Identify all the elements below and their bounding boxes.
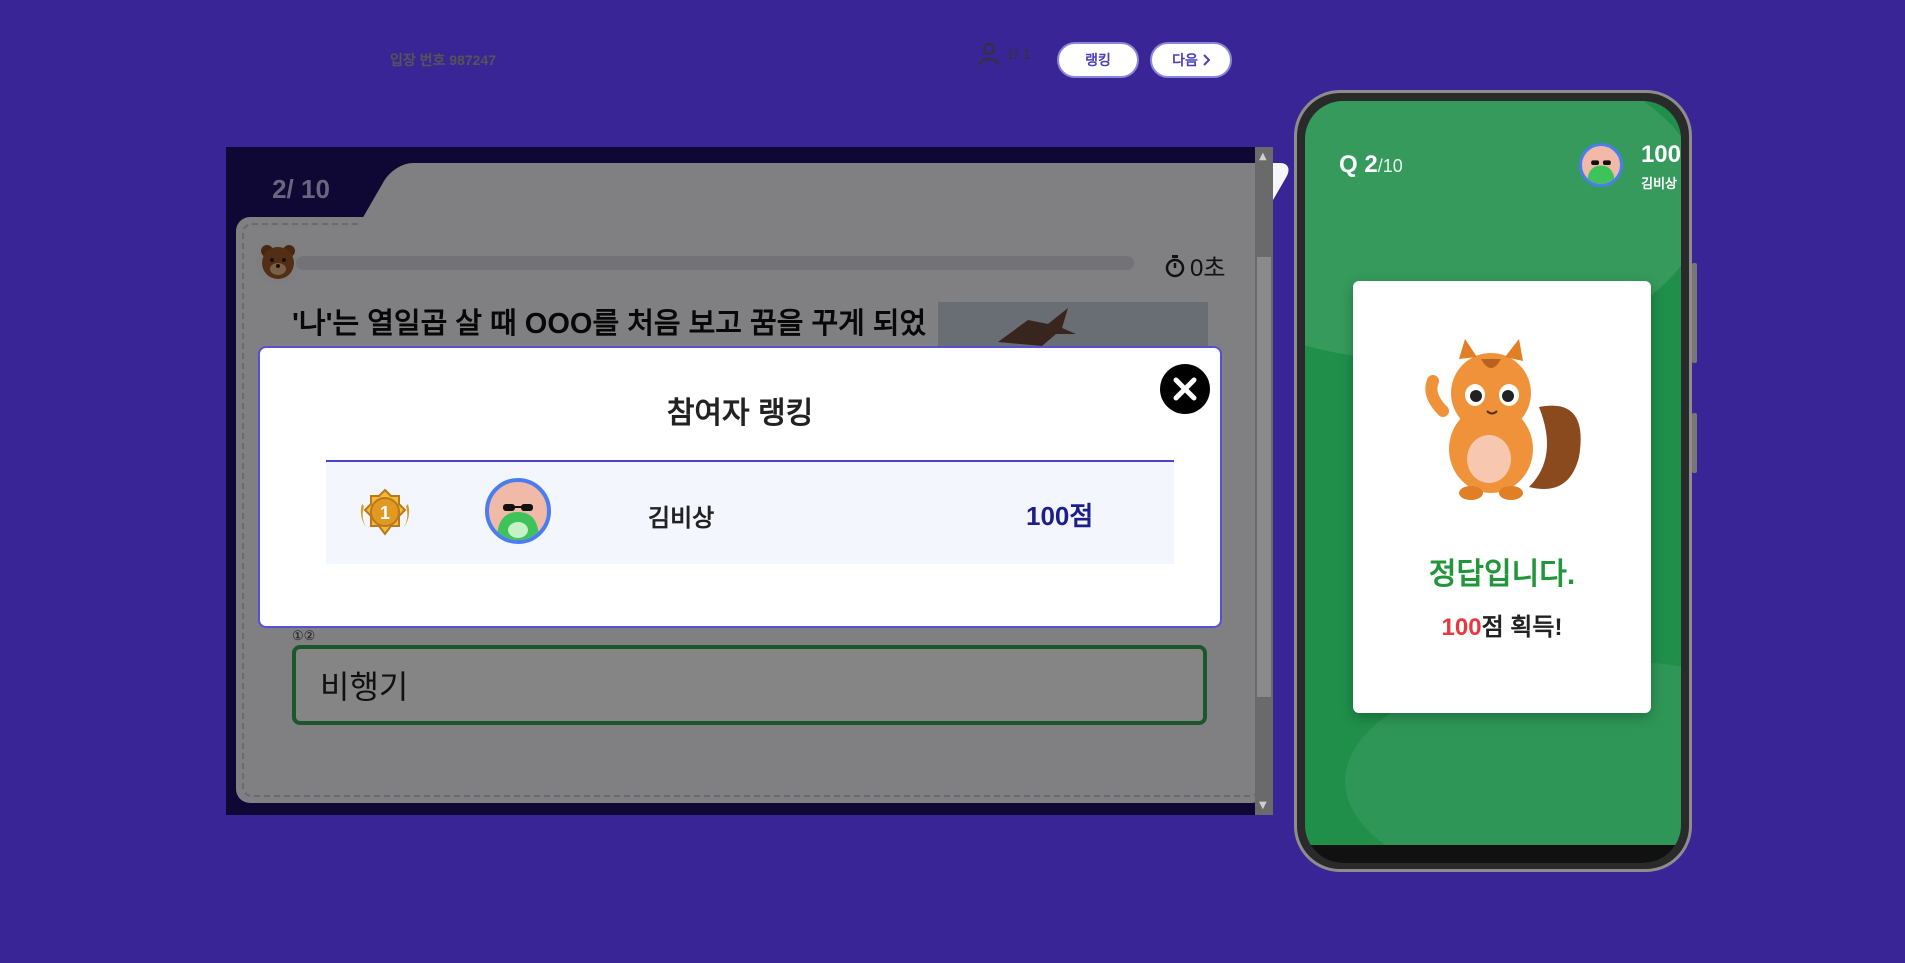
squirrel-icon [1419,337,1589,507]
participant-count: 1/ 1 [978,42,1031,66]
phone-side-button [1692,413,1697,473]
scroll-up-icon[interactable]: ▲ [1259,151,1267,162]
phone-question-total: /10 [1377,156,1403,176]
phone-question-indicator: Q 2/10 [1339,151,1403,179]
close-icon [1173,377,1197,401]
person-icon [979,43,999,66]
points-earned-value: 100 [1441,614,1482,641]
ranking-table: 1 김비상 100점 [326,460,1174,564]
points-earned-suffix: 점 획득! [1481,614,1563,641]
close-button[interactable] [1160,364,1210,414]
entry-number-label: 입장 번호 987247 [390,52,497,68]
phone-screen: Q 2/10 100 김비상 정답입니다. 100점 획득! [1305,101,1681,863]
participant-score: 100점 [1026,501,1094,531]
ranking-modal: 참여자 랭킹 1 김비상 100점 [258,346,1222,628]
scroll-down-icon[interactable]: ▼ [1259,800,1267,811]
phone-preview: Q 2/10 100 김비상 정답입니다. 100점 획득! [1294,90,1697,872]
scrollbar[interactable]: ▲ ▼ [1255,147,1273,815]
phone-bottom-bezel [1305,845,1681,863]
result-card: 정답입니다. 100점 획득! [1353,281,1651,713]
phone-score: 100 [1640,141,1681,168]
scrollbar-thumb[interactable] [1257,257,1271,697]
modal-title: 참여자 랭킹 [666,397,814,430]
participant-name: 김비상 [648,505,715,532]
avatar [485,478,551,544]
phone-player-name: 김비상 [1641,176,1677,191]
chevron-right-icon [1203,54,1210,66]
correct-answer-text: 정답입니다. [1428,558,1576,591]
phone-question-current: Q 2 [1339,151,1378,178]
phone-side-button [1692,263,1697,363]
points-earned: 100점 획득! [1353,607,1651,642]
next-button-label: 다음 [1172,52,1198,68]
rank-number: 1 [380,503,390,523]
gold-medal-icon: 1 [354,484,416,546]
next-button[interactable]: 다음 [1150,42,1232,78]
participant-count-text: 1/ 1 [1006,45,1032,63]
ranking-button[interactable]: 랭킹 [1057,42,1139,78]
